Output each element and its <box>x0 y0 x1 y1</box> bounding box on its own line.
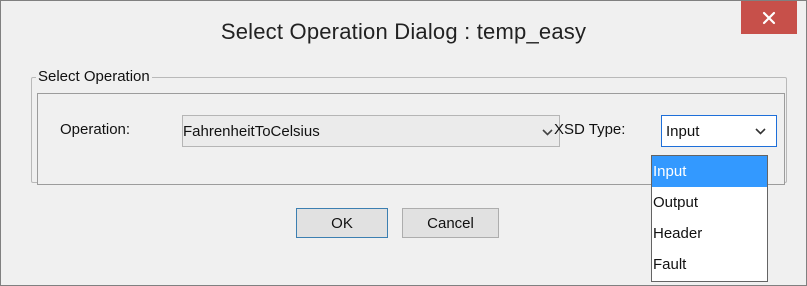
xsd-type-label: XSD Type: <box>554 121 626 138</box>
chevron-down-icon <box>542 129 553 136</box>
dialog-title: Select Operation Dialog : temp_easy <box>220 19 587 44</box>
dropdown-option-input[interactable]: Input <box>652 156 767 187</box>
cancel-button[interactable]: Cancel <box>402 208 499 238</box>
chevron-down-icon <box>755 128 766 135</box>
xsd-type-select-value: Input <box>666 123 700 140</box>
xsd-type-select[interactable]: Input <box>661 115 777 147</box>
close-icon <box>762 11 776 24</box>
dropdown-option-fault[interactable]: Fault <box>652 249 767 280</box>
close-button[interactable] <box>741 1 797 34</box>
ok-button[interactable]: OK <box>296 208 388 238</box>
dropdown-option-output[interactable]: Output <box>652 187 767 218</box>
select-operation-dialog: Select Operation Dialog : temp_easy Sele… <box>0 0 807 286</box>
operation-label: Operation: <box>60 121 131 138</box>
group-legend: Select Operation <box>36 68 152 85</box>
operation-select[interactable]: FahrenheitToCelsius <box>182 115 560 147</box>
dropdown-option-header[interactable]: Header <box>652 218 767 249</box>
operation-select-value: FahrenheitToCelsius <box>183 123 320 140</box>
xsd-type-dropdown-list: Input Output Header Fault <box>651 155 768 282</box>
